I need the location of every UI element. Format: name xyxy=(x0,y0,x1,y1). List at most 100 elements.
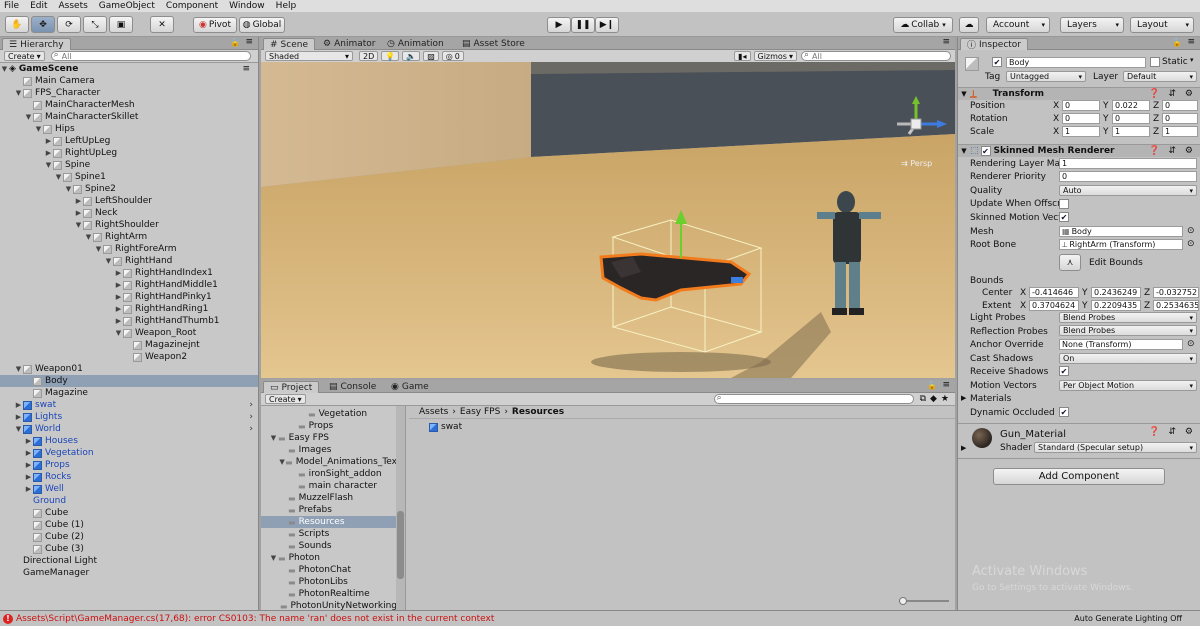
expand-arrow-icon[interactable]: ▼ xyxy=(14,89,23,97)
tab-console[interactable]: ▤ Console xyxy=(323,381,382,393)
panel-menu-icon[interactable]: ≡ xyxy=(245,37,253,47)
center-z-field[interactable]: -0.032752 xyxy=(1153,287,1199,298)
expand-arrow-icon[interactable]: ▶ xyxy=(114,281,123,289)
scene-search-input[interactable]: All xyxy=(801,50,951,61)
folder-item[interactable]: ▬ PhotonRealtime xyxy=(261,588,397,600)
menu-help[interactable]: Help xyxy=(276,1,297,11)
expand-arrow-icon[interactable]: ▶ xyxy=(961,444,966,452)
gizmos-dropdown[interactable]: Gizmos ▾ xyxy=(753,51,797,61)
breadcrumb-easy-fps[interactable]: Easy FPS xyxy=(460,407,500,417)
hierarchy-item[interactable]: MainCharacterMesh xyxy=(0,99,258,111)
expand-arrow-icon[interactable]: ▶ xyxy=(961,394,966,402)
hierarchy-item[interactable]: ▶ RightHandIndex1 xyxy=(0,267,258,279)
folder-item[interactable]: ▬ main character xyxy=(261,480,397,492)
hierarchy-item[interactable]: ▼ Hips xyxy=(0,123,258,135)
gear-icon[interactable]: ⚙ xyxy=(1185,146,1193,156)
expand-arrow-icon[interactable]: ▶ xyxy=(14,413,23,421)
audio-toggle[interactable]: 🔈 xyxy=(402,51,421,61)
lock-icon[interactable]: 🔒 xyxy=(927,381,937,390)
hierarchy-item[interactable]: ▶ RightHandThumb1 xyxy=(0,315,258,327)
expand-arrow-icon[interactable]: ▼ xyxy=(64,185,73,193)
transform-tool-icon[interactable]: ✕ xyxy=(150,16,174,33)
step-button[interactable]: ▶❙ xyxy=(595,17,619,33)
preset-icon[interactable]: ⇵ xyxy=(1168,146,1176,156)
hierarchy-item[interactable]: Directional Light xyxy=(0,555,258,567)
expand-arrow-icon[interactable]: ▶ xyxy=(24,461,33,469)
folder-item[interactable]: ▬ Props xyxy=(261,420,397,432)
expand-arrow-icon[interactable]: ▶ xyxy=(24,485,33,493)
help-icon[interactable]: ❓ xyxy=(1149,146,1160,156)
anchor-override-field[interactable]: None (Transform) xyxy=(1059,339,1183,350)
folder-item[interactable]: ▬ PhotonUnityNetworking xyxy=(261,600,397,610)
layer-dropdown[interactable]: Default xyxy=(1123,71,1197,82)
expand-arrow-icon[interactable]: ▶ xyxy=(24,473,33,481)
menu-window[interactable]: Window xyxy=(229,1,265,11)
rotation-y-field[interactable]: 0 xyxy=(1112,113,1150,124)
hierarchy-item[interactable]: Magazinejnt xyxy=(0,339,258,351)
lock-icon[interactable]: 🔒 xyxy=(230,38,240,47)
chevron-down-icon[interactable]: ▾ xyxy=(1190,56,1194,64)
expand-arrow-icon[interactable]: ▼ xyxy=(0,65,9,73)
gear-icon[interactable]: ⚙ xyxy=(1185,427,1193,437)
hierarchy-item[interactable]: ▼ RightArm xyxy=(0,231,258,243)
position-x-field[interactable]: 0 xyxy=(1062,100,1100,111)
filter-type-icon[interactable]: ⧉ xyxy=(920,394,926,404)
auto-lighting-status[interactable]: Auto Generate Lighting Off xyxy=(1074,614,1182,623)
panel-menu-icon[interactable]: ≡ xyxy=(942,37,950,47)
hierarchy-item[interactable]: ▼ Weapon_Root xyxy=(0,327,258,339)
preset-icon[interactable]: ⇵ xyxy=(1168,89,1176,99)
lock-icon[interactable]: 🔒 xyxy=(1172,38,1182,47)
hierarchy-item[interactable]: ▼ World › xyxy=(0,423,258,435)
effects-toggle[interactable]: ▨ xyxy=(423,51,439,61)
expand-arrow-icon[interactable]: ▼ xyxy=(74,221,83,229)
scene-viewport[interactable]: ⇉ Persp xyxy=(261,62,955,378)
hierarchy-item[interactable]: ▶ LeftUpLeg xyxy=(0,135,258,147)
account-dropdown[interactable]: Account ▾ xyxy=(986,17,1050,33)
folder-item[interactable]: ▼ ▬ Easy FPS xyxy=(261,432,397,444)
expand-arrow-icon[interactable]: ▶ xyxy=(114,293,123,301)
hierarchy-item[interactable]: GameManager xyxy=(0,567,258,579)
hierarchy-create-button[interactable]: Create ▾ xyxy=(4,51,45,61)
motion-vectors-dropdown[interactable]: Per Object Motion xyxy=(1059,380,1197,391)
expand-arrow-icon[interactable]: ▶ xyxy=(44,149,53,157)
object-name-field[interactable]: Body xyxy=(1006,57,1146,68)
breadcrumb-resources[interactable]: Resources xyxy=(512,407,564,417)
quality-dropdown[interactable]: Auto xyxy=(1059,185,1197,196)
rect-tool-icon[interactable]: ▣ xyxy=(109,16,133,33)
project-create-button[interactable]: Create ▾ xyxy=(265,394,306,404)
folder-item[interactable]: ▬ Scripts xyxy=(261,528,397,540)
component-enabled-checkbox[interactable]: ✔ xyxy=(980,146,991,156)
scale-x-field[interactable]: 1 xyxy=(1062,126,1100,137)
center-y-field[interactable]: 0.2436249 xyxy=(1091,287,1141,298)
expand-arrow-icon[interactable]: ▶ xyxy=(114,305,123,313)
expand-arrow-icon[interactable]: ▶ xyxy=(14,401,23,409)
layers-dropdown[interactable]: Layers ▾ xyxy=(1060,17,1124,33)
expand-arrow-icon[interactable]: ▼ xyxy=(269,434,278,442)
folder-item[interactable]: ▬ MuzzelFlash xyxy=(261,492,397,504)
icon-size-slider[interactable] xyxy=(899,597,949,605)
play-button[interactable]: ▶ xyxy=(547,17,571,33)
tab-inspector[interactable]: ⓘ Inspector xyxy=(960,38,1028,51)
folder-tree-scrollbar[interactable] xyxy=(396,406,405,610)
materials-foldout[interactable]: Materials xyxy=(970,394,1011,404)
tab-asset-store[interactable]: ▤ Asset Store xyxy=(456,38,531,50)
folder-item[interactable]: ▼ ▬ Photon xyxy=(261,552,397,564)
hierarchy-item[interactable]: ▶ RightUpLeg xyxy=(0,147,258,159)
add-component-button[interactable]: Add Component xyxy=(993,468,1165,485)
scene-root-row[interactable]: ▼ ◈ GameScene ≡ xyxy=(0,63,258,75)
static-checkbox[interactable] xyxy=(1150,57,1160,67)
hierarchy-item[interactable]: Cube (1) xyxy=(0,519,258,531)
folder-item[interactable]: ▬ Sounds xyxy=(261,540,397,552)
hierarchy-item[interactable]: ▶ Neck xyxy=(0,207,258,219)
lighting-toggle[interactable]: 💡 xyxy=(381,51,400,61)
hierarchy-item[interactable]: ▼ MainCharacterSkillet xyxy=(0,111,258,123)
hierarchy-item[interactable]: ▼ Spine xyxy=(0,159,258,171)
rendering-layer-mask-field[interactable]: 1 xyxy=(1059,158,1197,169)
camera-settings-button[interactable]: ▮◂ xyxy=(734,51,751,61)
extent-y-field[interactable]: 0.2209435 xyxy=(1091,300,1141,311)
expand-arrow-icon[interactable]: ▼ xyxy=(114,329,123,337)
menu-file[interactable]: File xyxy=(4,1,19,11)
active-checkbox[interactable]: ✔ xyxy=(992,57,1002,67)
hierarchy-item[interactable]: ▼ Weapon01 xyxy=(0,363,258,375)
scale-z-field[interactable]: 1 xyxy=(1162,126,1198,137)
